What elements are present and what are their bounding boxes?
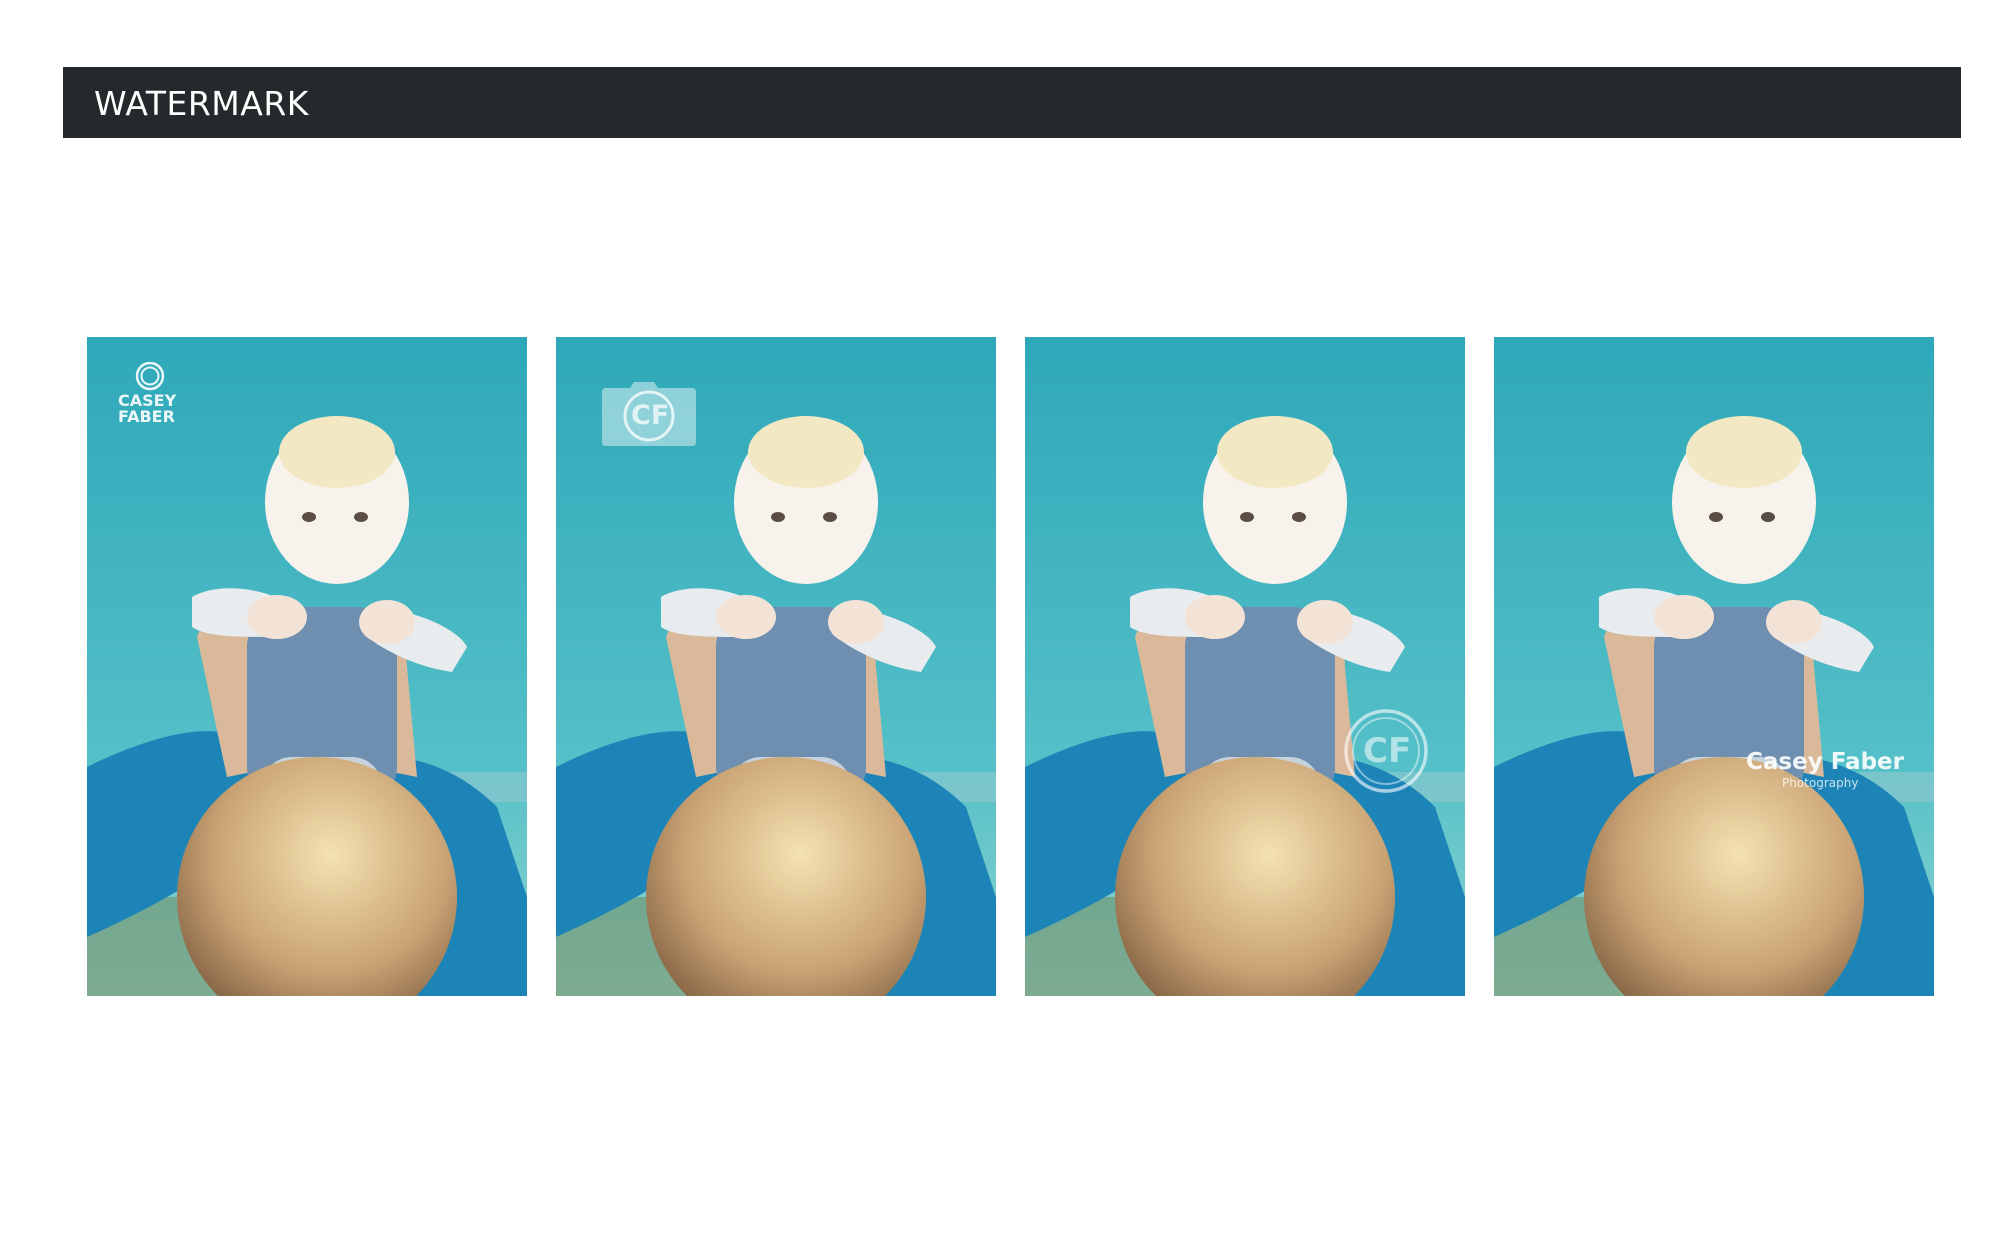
photo-panel-2[interactable]: CF: [556, 337, 996, 996]
photo-panel-1[interactable]: CASEY FABER: [87, 337, 527, 996]
header-title: WATERMARK: [94, 84, 309, 123]
photo-panel-4[interactable]: Casey Faber Photography: [1494, 337, 1934, 996]
baby-photo-2: [556, 337, 996, 996]
header-bar: WATERMARK: [63, 67, 1961, 138]
baby-photo-3: [1025, 337, 1465, 996]
photo-panel-3[interactable]: CF: [1025, 337, 1465, 996]
baby-photo-1: [87, 337, 527, 996]
baby-photo-4: [1494, 337, 1934, 996]
